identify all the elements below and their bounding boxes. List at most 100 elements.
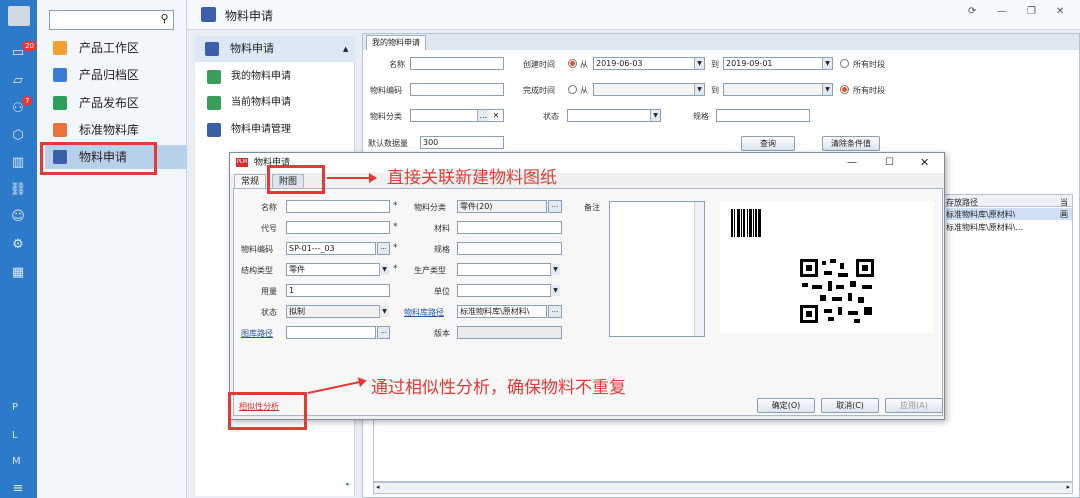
spec-field[interactable] <box>716 109 810 122</box>
dialog-name-field[interactable] <box>286 200 390 213</box>
created-to-label: 到 <box>711 60 719 69</box>
lib-path-browse-button[interactable]: ... <box>548 305 562 318</box>
status-select[interactable]: 拟制 <box>286 305 380 318</box>
tab-my-requests[interactable]: 我的物料申请 <box>366 35 426 50</box>
folder-icon[interactable]: ▱ <box>9 72 27 90</box>
barcode-image <box>731 209 761 237</box>
prod-type-select[interactable] <box>457 263 551 276</box>
name-field[interactable] <box>410 57 504 70</box>
chevron-down-icon[interactable]: ▼ <box>694 58 704 69</box>
rail-letter-p[interactable]: P <box>12 402 18 413</box>
chevron-down-icon[interactable]: ▼ <box>550 285 560 296</box>
cancel-button[interactable]: 取消(C) <box>821 398 879 413</box>
code-field[interactable] <box>410 83 504 96</box>
dialog-category-field[interactable]: 零件(20) <box>457 200 547 213</box>
minimize-icon[interactable]: — <box>847 153 857 173</box>
status-select[interactable]: ▼ <box>567 109 661 122</box>
notes-textarea[interactable] <box>609 201 705 337</box>
created-from-radio[interactable] <box>568 59 577 68</box>
scroll-right-icon[interactable]: ▸ <box>1066 483 1070 491</box>
mat-code-browse-button[interactable]: ... <box>377 242 390 255</box>
sub-item-current-requests[interactable]: 当前物料申请 <box>207 92 347 114</box>
search-icon[interactable]: ⚲ <box>156 12 173 28</box>
sub-item-my-requests[interactable]: 我的物料申请 <box>207 66 347 88</box>
close-icon[interactable]: ✕ <box>1056 6 1064 17</box>
chevron-down-icon[interactable]: ▼ <box>822 84 832 95</box>
unit-select[interactable] <box>457 284 551 297</box>
scroll-left-icon[interactable]: ◂ <box>376 483 380 491</box>
completed-from-date[interactable] <box>593 83 705 96</box>
sub-item-request-management[interactable]: 物料申请管理 <box>207 119 347 141</box>
apply-button[interactable]: 应用(A) <box>885 398 943 413</box>
grid-icon[interactable]: ▦ <box>9 264 27 282</box>
category-browse-button[interactable]: ... <box>477 110 489 121</box>
default-count-field[interactable]: 300 <box>420 136 504 149</box>
tab-general[interactable]: 常规 <box>234 174 267 189</box>
all-time-radio-1[interactable] <box>840 59 849 68</box>
horizontal-scrollbar[interactable]: ◂ ▸ <box>373 482 1073 494</box>
all-time-radio-2[interactable] <box>840 85 849 94</box>
code-label: 物料编码 <box>370 86 402 95</box>
created-from-date[interactable]: 2019-06-03 <box>593 57 705 70</box>
settings-icon[interactable]: ⚙ <box>9 236 27 254</box>
drawing-path-field[interactable] <box>286 326 376 339</box>
library-icon[interactable]: ▥ <box>9 154 27 172</box>
restore-icon[interactable]: ❐ <box>1027 6 1036 17</box>
spec-field[interactable] <box>457 242 562 255</box>
maximize-icon[interactable]: ☐ <box>885 153 894 173</box>
collapse-icon[interactable]: ▲ <box>343 36 348 62</box>
completed-from-radio[interactable] <box>568 85 577 94</box>
rail-letter-m[interactable]: M <box>12 456 21 467</box>
ok-button[interactable]: 确定(O) <box>757 398 815 413</box>
chevron-down-icon[interactable]: ▼ <box>550 264 560 275</box>
created-to-date[interactable]: 2019-09-01 <box>723 57 833 70</box>
table-row[interactable]: 标准物料库\原材料\ <box>946 209 1015 220</box>
cube-icon[interactable]: ⬡ <box>9 127 27 145</box>
grid-header-path[interactable]: 存放路径 <box>946 197 978 208</box>
clear-icon[interactable]: ✕ <box>490 110 502 121</box>
table-row[interactable]: 标准物料库\原材料\... <box>946 222 1023 233</box>
user-avatar[interactable] <box>8 6 30 26</box>
drawing-path-browse-button[interactable]: ... <box>377 326 390 339</box>
chevron-down-icon[interactable]: ▼ <box>379 264 389 275</box>
search-input[interactable]: ⚲ <box>49 10 174 30</box>
usage-field[interactable]: 1 <box>286 284 390 297</box>
nav-item-product-workspace[interactable]: 产品工作区 <box>45 36 187 60</box>
minimize-icon[interactable]: — <box>997 6 1007 17</box>
lib-path-link[interactable]: 物料库路径 <box>404 307 444 318</box>
notes-scrollbar[interactable] <box>694 202 704 336</box>
collapse-arrow-icon[interactable]: ◂ <box>345 480 349 488</box>
mat-code-field[interactable]: SP-01---_03 <box>286 242 376 255</box>
struct-type-select[interactable]: 零件 <box>286 263 380 276</box>
refresh-icon[interactable]: ⟳ <box>968 6 976 17</box>
status-label: 状态 <box>543 112 559 121</box>
code-alias-field[interactable] <box>286 221 390 234</box>
clear-conditions-button[interactable]: 清除条件值 <box>822 136 880 151</box>
spec-label: 规格 <box>693 112 709 121</box>
drawing-path-link[interactable]: 图库路径 <box>241 328 273 339</box>
lib-path-field[interactable]: 标准物料库\原材料\ <box>457 305 547 318</box>
query-button[interactable]: 查询 <box>741 136 795 151</box>
nav-item-standard-library[interactable]: 标准物料库 <box>45 118 187 142</box>
plm-logo: PLM <box>236 158 248 167</box>
plm-app: ▭ 20 ▱ ⚇ 7 ⬡ ▥ ⛓ ☺ ⚙ ▦ P L M ≡ ⚲ 产品工作区 产… <box>0 0 1080 498</box>
nav-item-product-release[interactable]: 产品发布区 <box>45 91 187 115</box>
link-icon[interactable]: ⛓ <box>9 181 27 199</box>
chevron-down-icon[interactable]: ▼ <box>694 84 704 95</box>
completed-to-date[interactable] <box>723 83 833 96</box>
rail-letter-l[interactable]: L <box>12 430 18 441</box>
chevron-down-icon[interactable]: ▼ <box>822 58 832 69</box>
chevron-down-icon[interactable]: ▼ <box>379 306 389 317</box>
notification-badge: 20 <box>22 41 37 51</box>
page-title: 物料申请 <box>225 9 274 23</box>
close-icon[interactable]: ✕ <box>920 153 929 173</box>
material-field[interactable] <box>457 221 562 234</box>
category-field[interactable]: ... ✕ <box>410 109 504 122</box>
category-browse-button[interactable]: ... <box>548 200 562 213</box>
sub-nav-header[interactable]: 物料申请 ▲ <box>195 36 355 62</box>
menu-icon[interactable]: ≡ <box>9 480 27 498</box>
nav-item-product-archive[interactable]: 产品归档区 <box>45 63 187 87</box>
users-icon[interactable]: ☺ <box>9 208 27 226</box>
chevron-down-icon[interactable]: ▼ <box>650 110 660 121</box>
grid-header-current[interactable]: 当 <box>1060 197 1068 208</box>
